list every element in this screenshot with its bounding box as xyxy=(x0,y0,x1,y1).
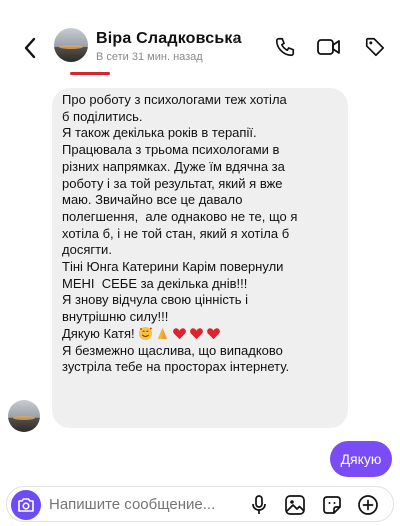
microphone-icon[interactable] xyxy=(248,494,270,516)
message-line-with-emoji: Дякую Катя! xyxy=(62,326,338,343)
contact-name[interactable]: Віра Сладковська xyxy=(96,30,242,48)
contact-avatar[interactable] xyxy=(54,28,88,62)
message-line: Я також декілька років в терапії. xyxy=(62,125,257,141)
camera-icon xyxy=(18,498,34,512)
sender-avatar[interactable] xyxy=(8,400,40,432)
message-line: МЕНІ СЕБЕ за декілька днів!!! xyxy=(62,275,248,291)
message-line: різних напрямках. Дуже їм вдячна за xyxy=(62,158,285,174)
previous-message-edge xyxy=(70,72,110,75)
message-line: зустріла тебе на просторах інтернету. xyxy=(62,359,290,375)
chevron-right-icon[interactable]: › xyxy=(233,30,238,48)
phone-icon[interactable] xyxy=(272,34,298,60)
message-line: внутрішню силу!!! xyxy=(62,309,169,325)
video-camera-icon[interactable] xyxy=(316,34,342,60)
smiling-face-with-hearts-icon xyxy=(138,326,153,341)
last-seen-status: В сети 31 мин. назад xyxy=(96,51,203,63)
message-line: роботу і за той результат, який я вже xyxy=(62,175,283,191)
folded-hands-icon xyxy=(155,326,170,341)
message-line: Я знову відчула свою цінність і xyxy=(62,292,249,308)
outgoing-message-text: Дякую xyxy=(340,451,382,467)
incoming-message-bubble[interactable]: Про роботу з психологами теж хотіла б по… xyxy=(52,88,348,428)
message-composer xyxy=(6,486,394,522)
tag-icon[interactable] xyxy=(362,34,388,60)
gallery-icon[interactable] xyxy=(284,494,306,516)
message-line: досягти. xyxy=(62,242,112,258)
plus-icon[interactable] xyxy=(357,494,379,516)
chat-header: Віра Сладковська › В сети 31 мин. назад xyxy=(0,0,400,92)
message-line: Працювала з трьома психологами в xyxy=(62,142,280,158)
red-heart-icon xyxy=(206,326,221,341)
outgoing-message-bubble[interactable]: Дякую xyxy=(330,441,392,477)
camera-button[interactable] xyxy=(11,490,41,520)
message-line: хотіла б, і не той стан, який я хотіла б xyxy=(62,225,290,241)
red-heart-icon xyxy=(189,326,204,341)
message-line: Тіні Юнга Катерини Карім повернули xyxy=(62,259,284,275)
message-line: маю. Звичайно все це давало xyxy=(62,192,243,208)
message-line: Я безмежно щаслива, що випадково xyxy=(62,342,283,358)
sticker-icon[interactable] xyxy=(321,494,343,516)
back-arrow-icon[interactable] xyxy=(18,34,42,62)
message-line: Про роботу з психологами теж хотіла xyxy=(62,92,287,107)
message-line: полегшення, але однаково не те, що я xyxy=(62,208,298,224)
message-input[interactable] xyxy=(49,496,219,513)
red-heart-icon xyxy=(172,326,187,341)
message-line: б поділитись. xyxy=(62,108,143,124)
message-line-text: Дякую Катя! xyxy=(62,325,135,341)
